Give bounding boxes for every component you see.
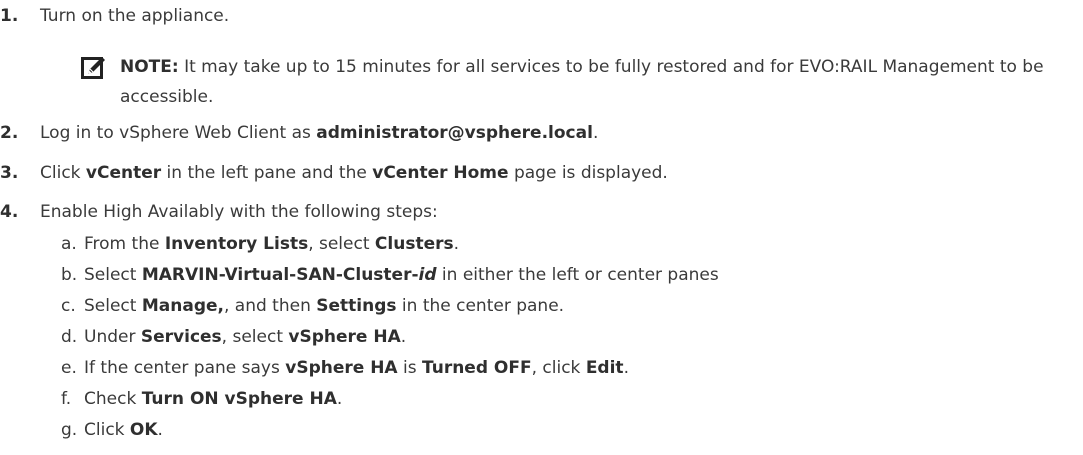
substep-text: Check Turn ON vSphere HA. [84, 389, 343, 409]
substep-letter: c. [61, 296, 76, 316]
step-text: Click vCenter in the left pane and the v… [40, 163, 668, 183]
substep-text: Select Manage,, and then Settings in the… [84, 296, 565, 316]
step-number: 3. [0, 163, 19, 183]
substep-text: Under Services, select vSphere HA. [84, 327, 407, 347]
step-text: Log in to vSphere Web Client as administ… [40, 123, 599, 143]
note-text: It may take up to 15 minutes for all ser… [120, 57, 1044, 107]
substep-text: Click OK. [84, 420, 163, 440]
step-text: Enable High Availably with the following… [40, 202, 438, 222]
substep-letter: b. [61, 265, 78, 285]
substep-letter: d. [61, 327, 78, 347]
document-page: { "steps": [ {"num": "1.", "parts": ["Tu… [0, 0, 1083, 455]
step-number: 1. [0, 6, 19, 26]
step-number: 2. [0, 123, 19, 143]
substep-letter: g. [61, 420, 78, 440]
substep-text: Select MARVIN-Virtual-SAN-Cluster-id in … [84, 265, 719, 285]
pencil-note-icon [81, 57, 105, 79]
substep-letter: f. [61, 389, 72, 409]
substep-text: From the Inventory Lists, select Cluster… [84, 234, 460, 254]
substep-letter: a. [61, 234, 77, 254]
note-label: NOTE: [120, 57, 179, 77]
substep-letter: e. [61, 358, 77, 378]
substep-text: If the center pane says vSphere HA is Tu… [84, 358, 629, 378]
step-number: 4. [0, 202, 19, 222]
note-block: NOTE: It may take up to 15 minutes for a… [120, 52, 1080, 112]
step-text: Turn on the appliance. [40, 6, 230, 26]
